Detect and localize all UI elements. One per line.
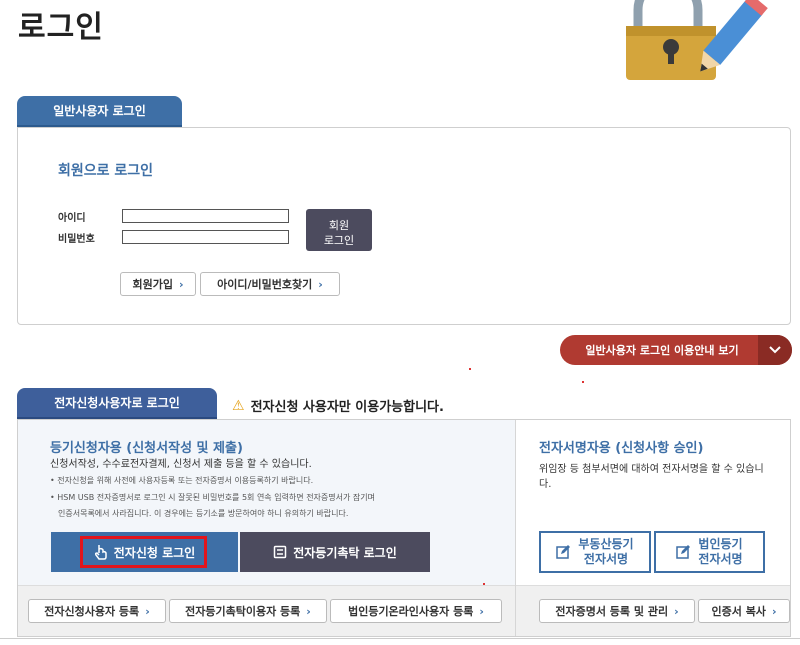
- trust-login-button[interactable]: 전자등기촉탁 로그인: [240, 532, 430, 572]
- tab-esign-user-login[interactable]: 전자신청사용자로 로그인: [17, 388, 217, 420]
- member-login-button[interactable]: 회원 로그인: [306, 209, 372, 251]
- corporate-online-user-register-link[interactable]: 법인등기온라인사용자 등록 ›: [330, 599, 502, 623]
- realestate-signature-button[interactable]: 부동산등기 전자서명: [539, 531, 651, 573]
- id-input[interactable]: [122, 209, 289, 223]
- chevron-right-icon: ›: [178, 277, 184, 291]
- esign-user-register-link[interactable]: 전자신청사용자 등록 ›: [28, 599, 166, 623]
- signup-button[interactable]: 회원가입 ›: [120, 272, 196, 296]
- panel-divider: [515, 420, 516, 636]
- monitor-icon: [273, 545, 287, 559]
- realestate-signature-label: 부동산등기 전자서명: [578, 537, 634, 566]
- chevron-right-icon: ›: [674, 604, 679, 618]
- certificate-copy-link[interactable]: 인증서 복사 ›: [698, 599, 790, 623]
- password-label: 비밀번호: [58, 234, 95, 245]
- signup-label: 회원가입: [132, 278, 173, 291]
- chevron-right-icon: ›: [318, 277, 323, 291]
- find-id-password-button[interactable]: 아이디/비밀번호찾기 ›: [200, 272, 340, 296]
- warning-icon: ⚠: [232, 397, 245, 414]
- certificate-management-link[interactable]: 전자증명서 등록 및 관리 ›: [539, 599, 695, 623]
- id-label: 아이디: [58, 213, 86, 224]
- link-label: 전자증명서 등록 및 관리: [555, 605, 669, 618]
- highlight-box: [80, 536, 207, 568]
- notice-text: 전자신청 사용자만 이용가능합니다.: [250, 400, 444, 415]
- trust-user-register-link[interactable]: 전자등기촉탁이용자 등록 ›: [169, 599, 327, 623]
- edit-icon: [556, 545, 571, 559]
- trust-login-label: 전자등기촉탁 로그인: [293, 545, 397, 560]
- link-label: 법인등기온라인사용자 등록: [348, 605, 474, 618]
- edit-icon: [676, 545, 691, 559]
- corporate-signature-label: 법인등기 전자서명: [698, 537, 743, 566]
- registry-note-3: 인증서목록에서 사라집니다. 이 경우에는 등기소를 방문하여야 하니 유의하기…: [58, 509, 349, 518]
- chevron-right-icon: ›: [479, 604, 484, 618]
- signature-section-title: 전자서명자용 (신청사항 승인): [539, 441, 704, 456]
- chevron-right-icon: ›: [306, 604, 311, 618]
- link-label: 인증서 복사: [711, 605, 766, 618]
- registry-note-2: • HSM USB 전자증명서로 로그인 시 잘못된 비밀번호를 5회 연속 입…: [50, 493, 375, 502]
- general-login-guide-button[interactable]: 일반사용자 로그인 이용안내 보기: [560, 335, 792, 365]
- member-login-title: 회원으로 로그인: [58, 163, 154, 179]
- registry-section-title: 등기신청자용 (신청서작성 및 제출): [50, 441, 243, 456]
- signature-description: 위임장 등 첨부서면에 대하여 전자서명을 할 수 있습니다.: [539, 464, 764, 490]
- stray-dot: [582, 381, 584, 383]
- lock-pencil-illustration: [626, 0, 768, 80]
- bottom-divider: [0, 638, 800, 639]
- chevron-right-icon: ›: [771, 604, 777, 618]
- guide-button-label: 일반사용자 로그인 이용안내 보기: [585, 344, 739, 357]
- registry-note-1: • 전자신청을 위해 사전에 사용자등록 또는 전자증명서 이용등록하기 바랍니…: [50, 476, 314, 485]
- tab-general-user-login[interactable]: 일반사용자 로그인: [17, 96, 182, 128]
- page-title: 로그인: [18, 10, 104, 45]
- link-label: 전자신청사용자 등록: [44, 605, 140, 618]
- chevron-right-icon: ›: [145, 604, 150, 618]
- stray-dot: [469, 368, 471, 370]
- stray-dot: [483, 583, 485, 585]
- password-input[interactable]: [122, 230, 289, 244]
- find-id-password-label: 아이디/비밀번호찾기: [217, 278, 313, 291]
- link-label: 전자등기촉탁이용자 등록: [185, 605, 301, 618]
- esign-only-notice: ⚠ 전자신청 사용자만 이용가능합니다.: [232, 396, 444, 416]
- chevron-down-icon: [758, 335, 792, 365]
- registry-description: 신청서작성, 수수료전자결제, 신청서 제출 등을 할 수 있습니다.: [50, 459, 312, 470]
- corporate-signature-button[interactable]: 법인등기 전자서명: [654, 531, 765, 573]
